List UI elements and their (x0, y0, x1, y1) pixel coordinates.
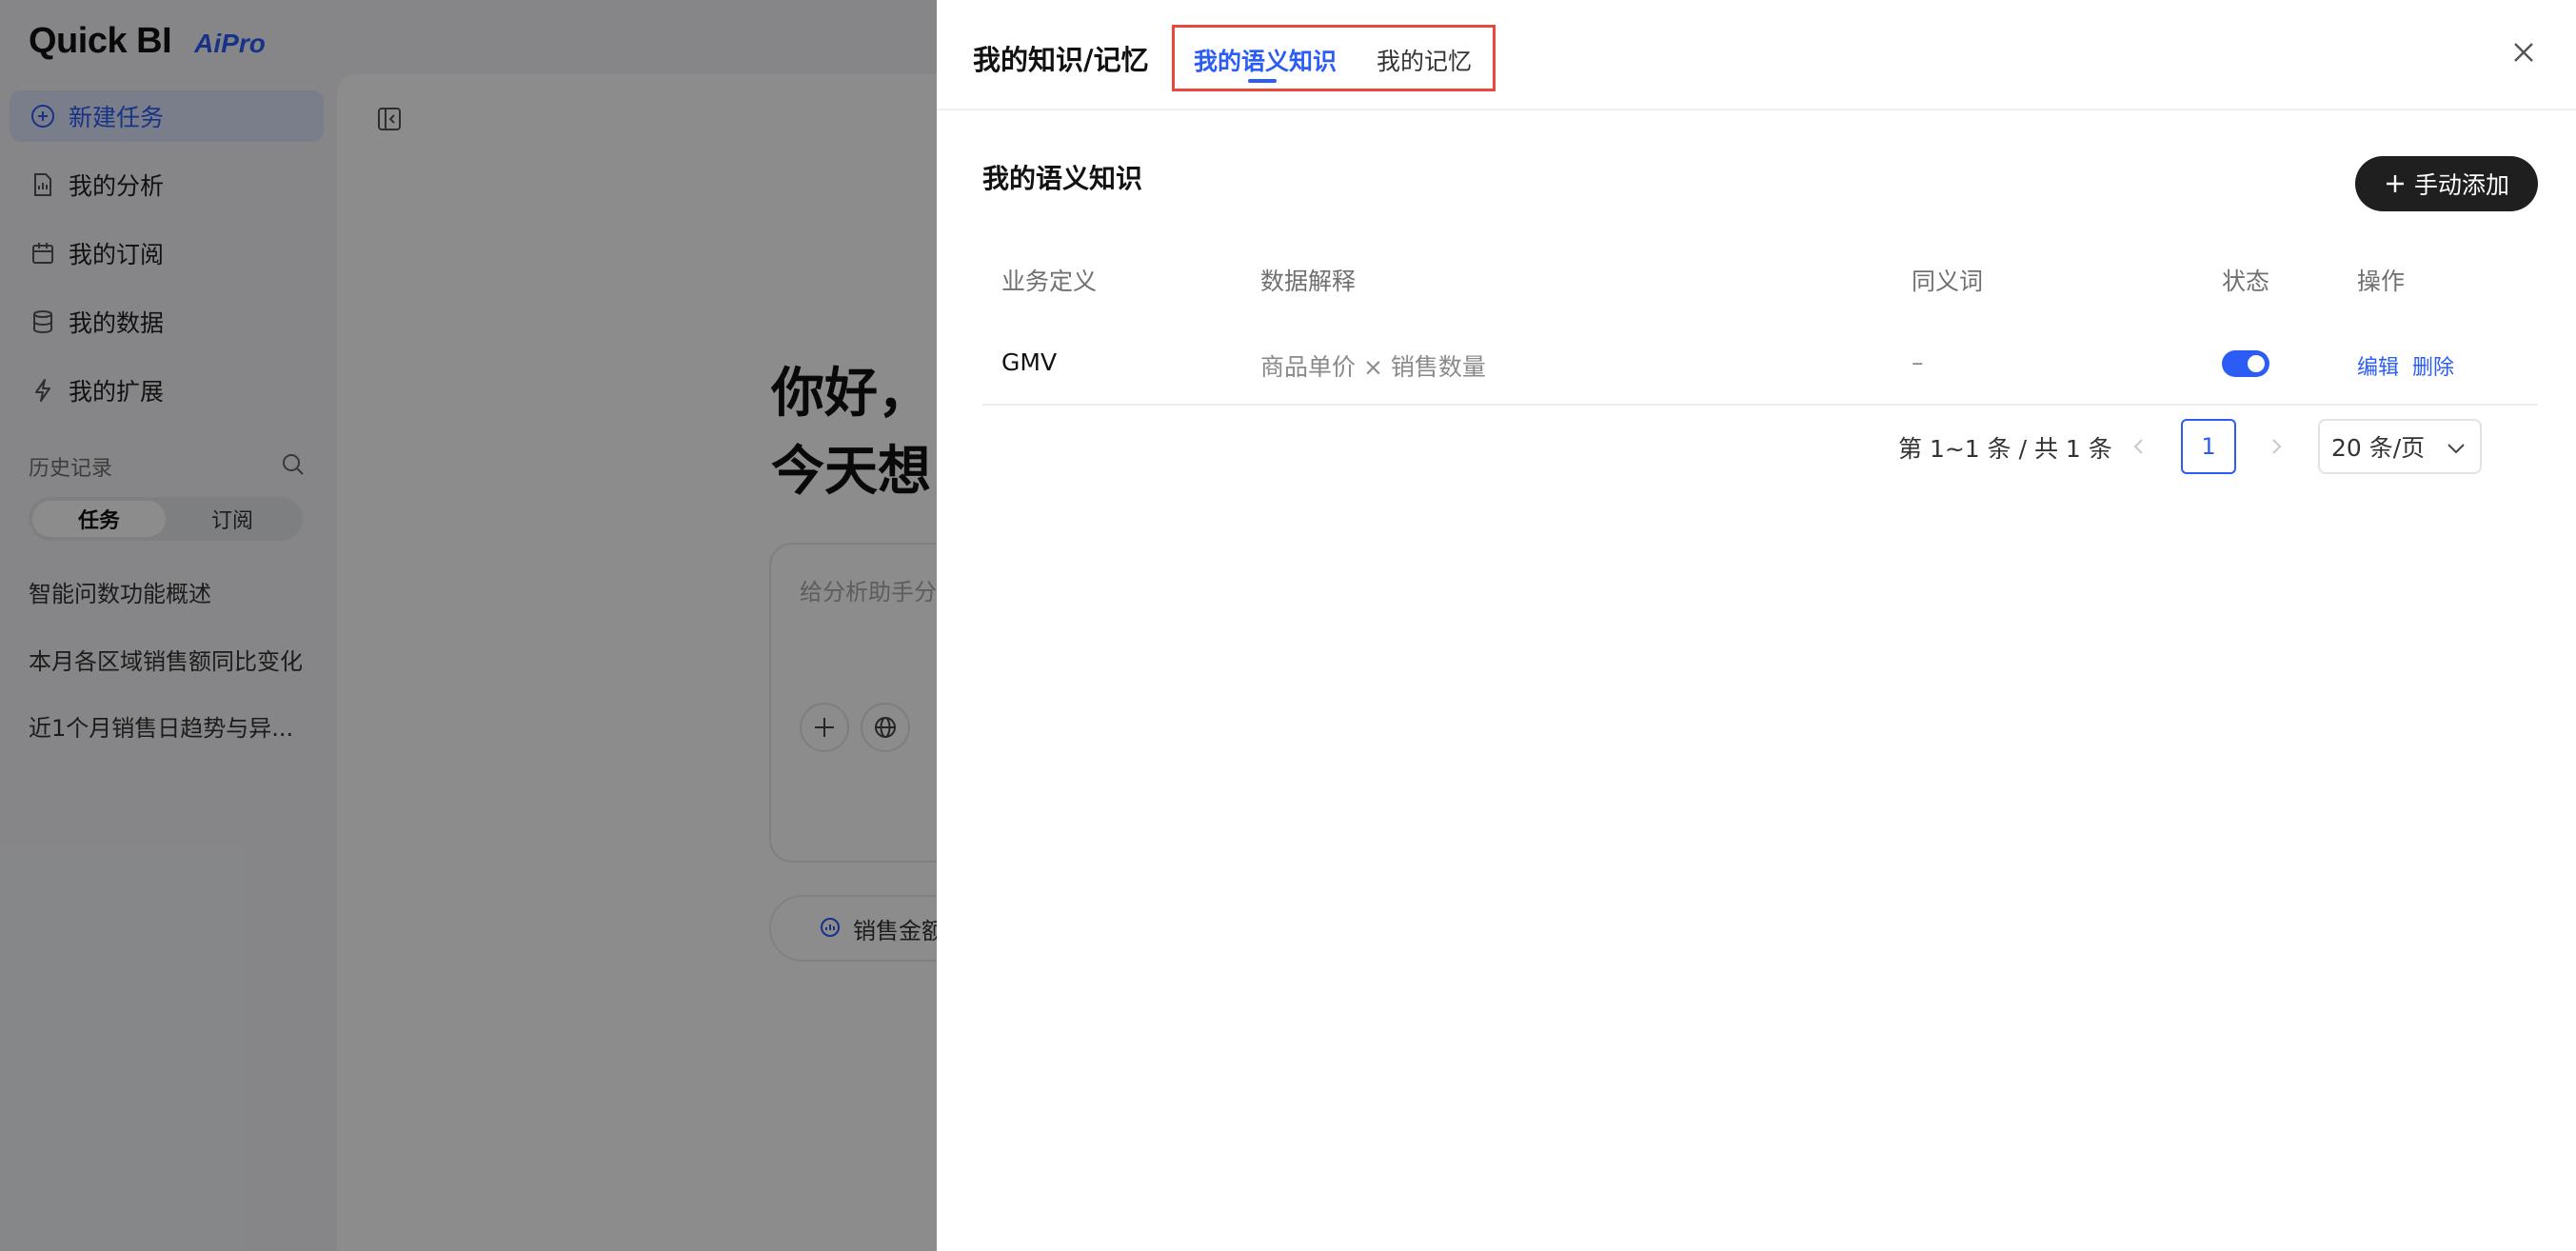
column-header-explanation: 数据解释 (1260, 268, 1357, 295)
active-tab-indicator (1248, 79, 1277, 83)
close-icon[interactable] (2507, 36, 2540, 69)
page-number[interactable]: 1 (2181, 419, 2236, 474)
delete-link[interactable]: 删除 (2412, 350, 2454, 381)
plus-icon (2384, 172, 2407, 195)
drawer-header: 我的知识/记忆 我的语义知识 我的记忆 (937, 0, 2576, 110)
prev-page-icon[interactable] (2127, 434, 2151, 459)
column-header-actions: 操作 (2357, 268, 2406, 295)
table-row: GMV 商品单价 × 销售数量 – 编辑 删除 (982, 326, 2538, 406)
chevron-down-icon (2444, 436, 2468, 467)
manual-add-label: 手动添加 (2413, 171, 2509, 199)
tab-semantic-knowledge[interactable]: 我的语义知识 (1194, 43, 1337, 77)
manual-add-button[interactable]: 手动添加 (2355, 156, 2538, 211)
cell-definition: GMV (1001, 348, 1058, 376)
status-toggle[interactable] (2222, 350, 2269, 377)
cell-synonyms: – (1912, 348, 1924, 376)
tabs-highlight-box: 我的语义知识 我的记忆 (1172, 25, 1496, 91)
column-header-synonyms: 同义词 (1912, 268, 1984, 295)
next-page-icon[interactable] (2264, 434, 2289, 459)
drawer-title: 我的知识/记忆 (973, 44, 1149, 76)
column-header-definition: 业务定义 (1001, 268, 1098, 295)
pagination-total: 第 1~1 条 / 共 1 条 (1898, 435, 2112, 463)
knowledge-drawer: 我的知识/记忆 我的语义知识 我的记忆 我的语义知识 手动添加 业务定义 数据解… (937, 0, 2576, 1251)
pagination: 第 1~1 条 / 共 1 条 1 20 条/页 (937, 419, 2576, 476)
edit-link[interactable]: 编辑 (2357, 350, 2399, 381)
page-size-value: 20 条/页 (2331, 434, 2426, 462)
tab-my-memory[interactable]: 我的记忆 (1377, 43, 1472, 77)
section-title: 我的语义知识 (982, 163, 1143, 194)
column-header-status: 状态 (2222, 268, 2270, 295)
page-size-select[interactable]: 20 条/页 (2318, 419, 2482, 474)
cell-explanation: 商品单价 × 销售数量 (1260, 353, 1486, 381)
